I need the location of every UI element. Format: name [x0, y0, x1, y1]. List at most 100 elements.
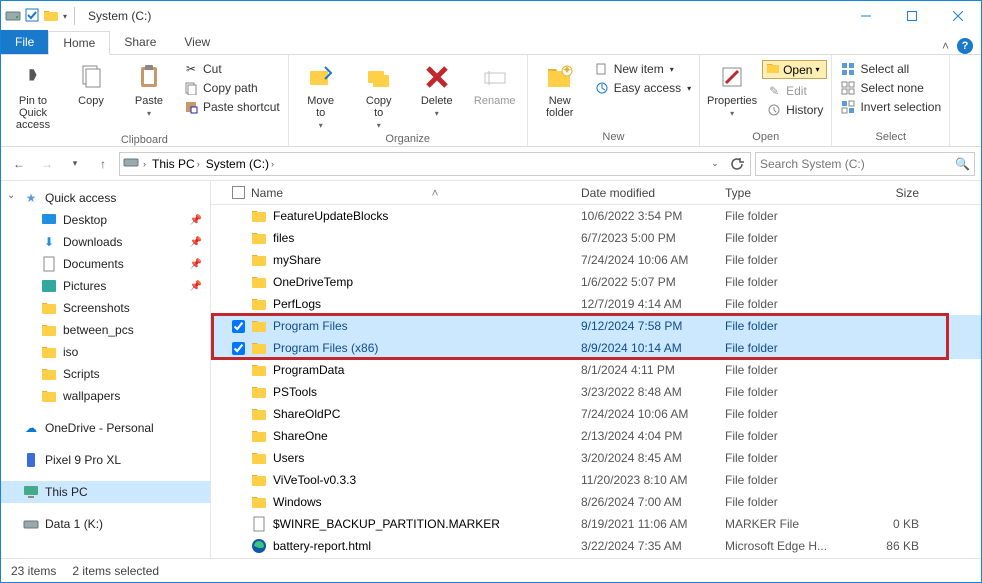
paste-button[interactable]: Paste▾ [121, 59, 177, 120]
file-tab[interactable]: File [1, 30, 48, 54]
up-button[interactable]: ↑ [91, 152, 115, 176]
select-none-button[interactable]: Select none [836, 79, 945, 97]
breadcrumb-drive[interactable]: System (C:)› [204, 157, 276, 171]
file-date: 3/20/2024 8:45 AM [581, 451, 725, 465]
file-row[interactable]: PerfLogs12/7/2019 4:14 AMFile folder [211, 293, 981, 315]
pin-quick-access-button[interactable]: Pin to Quick access [5, 59, 61, 133]
qat-dropdown-icon[interactable]: ▾ [63, 12, 67, 21]
sidebar-desktop[interactable]: Desktop📌 [1, 209, 210, 231]
rename-button[interactable]: Rename [467, 59, 523, 109]
paste-shortcut-button[interactable]: Paste shortcut [179, 98, 284, 116]
move-to-button[interactable]: Move to▾ [293, 59, 349, 132]
copy-button[interactable]: Copy [63, 59, 119, 109]
row-checkbox[interactable] [225, 320, 251, 333]
file-size: 86 KB [853, 539, 919, 553]
new-item-button[interactable]: New item▾ [590, 60, 695, 78]
copy-path-button[interactable]: Copy path [179, 79, 284, 97]
navigation-pane[interactable]: ⌄★Quick access Desktop📌 ⬇Downloads📌 Docu… [1, 181, 211, 558]
sidebar-pictures[interactable]: Pictures📌 [1, 275, 210, 297]
breadcrumb-thispc[interactable]: This PC› [150, 157, 202, 171]
sidebar-screenshots[interactable]: Screenshots [1, 297, 210, 319]
history-button[interactable]: History [762, 101, 827, 119]
qat-checkbox-icon[interactable] [25, 8, 39, 25]
sidebar-iso[interactable]: iso [1, 341, 210, 363]
file-row[interactable]: ProgramData8/1/2024 4:11 PMFile folder [211, 359, 981, 381]
sidebar-scripts[interactable]: Scripts [1, 363, 210, 385]
sidebar-documents[interactable]: Documents📌 [1, 253, 210, 275]
file-type: File folder [725, 297, 853, 311]
drive-icon [23, 516, 39, 532]
file-list-pane: Name˄ Date modified Type Size FeatureUpd… [211, 181, 981, 558]
address-dropdown[interactable]: ⌄ [705, 154, 725, 174]
easy-access-button[interactable]: Easy access▾ [590, 79, 695, 97]
column-date[interactable]: Date modified [581, 186, 725, 200]
share-tab[interactable]: Share [110, 30, 170, 54]
close-button[interactable] [935, 1, 981, 31]
copy-to-button[interactable]: Copy to▾ [351, 59, 407, 132]
properties-button[interactable]: Properties▾ [704, 59, 760, 120]
column-type[interactable]: Type [725, 186, 853, 200]
home-tab[interactable]: Home [48, 31, 110, 55]
file-date: 11/20/2023 8:10 AM [581, 473, 725, 487]
sidebar-downloads[interactable]: ⬇Downloads📌 [1, 231, 210, 253]
column-size[interactable]: Size [853, 186, 919, 200]
sidebar-wallpapers[interactable]: wallpapers [1, 385, 210, 407]
file-row[interactable]: Windows8/26/2024 7:00 AMFile folder [211, 491, 981, 513]
address-bar[interactable]: › This PC› System (C:)› ⌄ [119, 152, 751, 176]
sidebar-onedrive[interactable]: ☁OneDrive - Personal [1, 417, 210, 439]
sidebar-between-pcs[interactable]: between_pcs [1, 319, 210, 341]
folder-icon [41, 300, 57, 316]
sidebar-data1[interactable]: Data 1 (K:) [1, 513, 210, 535]
file-row[interactable]: battery-report.html3/22/2024 7:35 AMMicr… [211, 535, 981, 557]
sidebar-thispc[interactable]: This PC [1, 481, 210, 503]
back-button[interactable]: ← [7, 152, 31, 176]
file-row[interactable]: ShareOldPC7/24/2024 10:06 AMFile folder [211, 403, 981, 425]
help-icon[interactable]: ? [957, 38, 973, 54]
qat-folder-icon[interactable] [43, 8, 59, 25]
ribbon-group-new: ✦New folder New item▾ Easy access▾ New [528, 55, 700, 146]
cut-button[interactable]: ✂Cut [179, 60, 284, 78]
file-name: Users [273, 451, 304, 465]
search-box[interactable]: 🔍 [755, 152, 975, 176]
file-row[interactable]: ViVeTool-v0.3.311/20/2023 8:10 AMFile fo… [211, 469, 981, 491]
view-tab[interactable]: View [170, 30, 224, 54]
breadcrumb-root-chevron[interactable]: › [141, 159, 148, 169]
select-label: Select [836, 130, 945, 144]
header-checkbox[interactable] [225, 186, 251, 199]
file-row[interactable]: PSTools3/23/2022 8:48 AMFile folder [211, 381, 981, 403]
file-row[interactable]: ShareOne2/13/2024 4:04 PMFile folder [211, 425, 981, 447]
open-button[interactable]: Open▾ [762, 60, 827, 79]
collapse-ribbon-icon[interactable]: ˄ [942, 39, 949, 53]
file-type: File folder [725, 473, 853, 487]
file-row[interactable]: Program Files (x86)8/9/2024 10:14 AMFile… [211, 337, 981, 359]
file-row[interactable]: files6/7/2023 5:00 PMFile folder [211, 227, 981, 249]
column-name[interactable]: Name˄ [251, 186, 581, 200]
folder-icon [251, 406, 267, 422]
file-row[interactable]: Program Files9/12/2024 7:58 PMFile folde… [211, 315, 981, 337]
file-type: File folder [725, 363, 853, 377]
file-name: ShareOne [273, 429, 328, 443]
file-row[interactable]: OneDriveTemp1/6/2022 5:07 PMFile folder [211, 271, 981, 293]
search-input[interactable] [760, 157, 955, 171]
recent-dropdown[interactable]: ▾ [63, 152, 87, 176]
delete-button[interactable]: Delete▾ [409, 59, 465, 120]
file-row[interactable]: FeatureUpdateBlocks10/6/2022 3:54 PMFile… [211, 205, 981, 227]
new-folder-button[interactable]: ✦New folder [532, 59, 588, 121]
row-checkbox[interactable] [225, 342, 251, 355]
minimize-button[interactable] [843, 1, 889, 31]
forward-button[interactable]: → [35, 152, 59, 176]
file-row[interactable]: Recovery.txt6/18/2022 5:30 PMText Docume… [211, 557, 981, 558]
edit-button[interactable]: ✎Edit [762, 82, 827, 100]
invert-selection-button[interactable]: Invert selection [836, 98, 945, 116]
file-date: 8/19/2021 11:06 AM [581, 517, 725, 531]
sidebar-pixel[interactable]: Pixel 9 Pro XL [1, 449, 210, 471]
refresh-button[interactable] [727, 154, 747, 174]
file-row[interactable]: $WINRE_BACKUP_PARTITION.MARKER8/19/2021 … [211, 513, 981, 535]
main-area: ⌄★Quick access Desktop📌 ⬇Downloads📌 Docu… [1, 181, 981, 558]
file-row[interactable]: Users3/20/2024 8:45 AMFile folder [211, 447, 981, 469]
maximize-button[interactable] [889, 1, 935, 31]
select-all-button[interactable]: Select all [836, 60, 945, 78]
file-row[interactable]: myShare7/24/2024 10:06 AMFile folder [211, 249, 981, 271]
file-rows[interactable]: FeatureUpdateBlocks10/6/2022 3:54 PMFile… [211, 205, 981, 558]
sidebar-quick-access[interactable]: ⌄★Quick access [1, 187, 210, 209]
